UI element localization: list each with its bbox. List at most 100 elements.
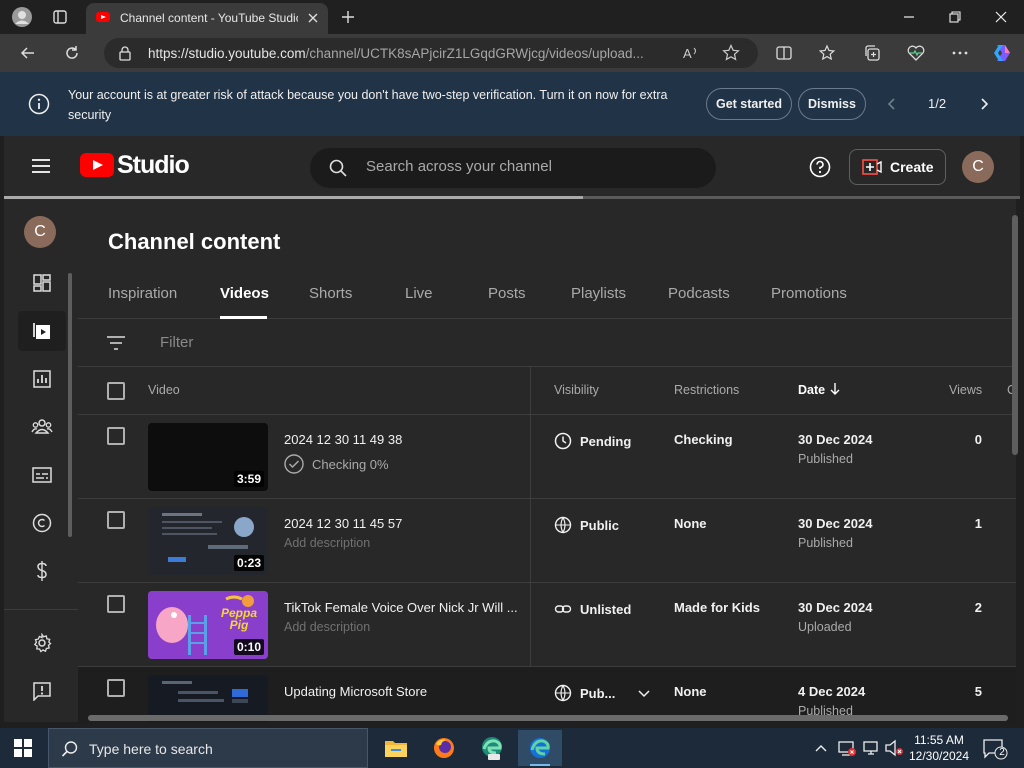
copilot-icon[interactable] [990,41,1014,65]
tab-live[interactable]: Live [405,285,433,302]
collections-icon[interactable] [860,41,884,65]
dashboard-icon[interactable] [18,263,66,303]
tab-inspiration[interactable]: Inspiration [108,285,177,302]
windows-start-icon[interactable] [14,739,32,757]
studio-header: Studio Create C [4,136,1020,198]
refresh-icon[interactable] [60,41,84,65]
row-checkbox[interactable] [107,595,125,613]
video-thumbnail[interactable]: 3:59 [148,423,268,491]
send-feedback-icon[interactable] [18,671,66,711]
table-row[interactable]: Peppa Pig 0:10 TikTok Female Voice Over … [78,583,1016,667]
next-chevron-icon[interactable] [976,96,992,112]
volume-muted-icon[interactable] [884,739,904,757]
youtube-logo-icon[interactable] [80,153,114,177]
taskbar-search-box[interactable]: Type here to search [48,728,368,768]
analytics-icon[interactable] [18,359,66,399]
column-date[interactable]: Date [798,383,825,397]
help-icon[interactable] [809,156,831,178]
edge-browser-icon[interactable] [518,730,562,766]
browser-essentials-icon[interactable] [904,41,928,65]
favorite-star-icon[interactable] [722,44,740,62]
visibility-cell[interactable]: Unlisted [554,600,631,618]
firefox-icon[interactable] [422,730,466,766]
tab-playlists[interactable]: Playlists [571,285,626,302]
new-tab-icon[interactable] [336,5,360,29]
more-options-icon[interactable] [948,41,972,65]
studio-logo-text[interactable]: Studio [117,151,190,180]
hamburger-menu-icon[interactable] [30,157,52,175]
community-icon[interactable] [18,407,66,447]
read-aloud-icon[interactable]: A [682,44,700,62]
content-icon[interactable] [18,311,66,351]
search-input[interactable] [366,158,686,175]
video-description[interactable]: Add description [284,620,370,634]
close-tab-icon[interactable] [304,9,322,27]
display-icon[interactable] [862,739,880,757]
close-window-icon[interactable] [978,5,1024,29]
table-row[interactable]: 3:59 2024 12 30 11 49 38 Checking 0% Pen… [78,415,1016,499]
visibility-dropdown[interactable]: Pub... [554,684,651,702]
file-explorer-icon[interactable] [374,730,418,766]
settings-gear-icon[interactable] [18,623,66,663]
tab-posts[interactable]: Posts [488,285,526,302]
subtitles-icon[interactable] [18,455,66,495]
dismiss-button[interactable]: Dismiss [798,88,866,120]
get-started-button[interactable]: Get started [706,88,792,120]
edge-beta-icon[interactable] [470,730,514,766]
restore-icon[interactable] [932,5,978,29]
tab-actions-icon[interactable] [48,5,72,29]
split-screen-icon[interactable] [772,41,796,65]
table-row[interactable]: 0:23 2024 12 30 11 45 57 Add description… [78,499,1016,583]
profile-avatar-icon[interactable] [10,5,34,29]
video-title[interactable]: 2024 12 30 11 45 57 [284,516,519,531]
create-button[interactable]: Create [849,149,946,185]
select-all-checkbox[interactable] [107,382,125,400]
table-row[interactable]: Updating Microsoft Store Pub... None 4 D… [78,667,1016,722]
copyright-icon[interactable] [18,503,66,543]
row-checkbox[interactable] [107,679,125,697]
previous-chevron-icon[interactable] [884,96,900,112]
tab-podcasts[interactable]: Podcasts [668,285,730,302]
video-title[interactable]: TikTok Female Voice Over Nick Jr Will ..… [284,600,519,615]
nav-scrollbar[interactable] [68,273,72,537]
table-horizontal-scrollbar[interactable] [88,715,1008,721]
video-title[interactable]: 2024 12 30 11 49 38 [284,432,519,447]
earn-dollar-icon[interactable] [18,551,66,591]
video-thumbnail[interactable]: Peppa Pig 0:10 [148,591,268,659]
column-video[interactable]: Video [148,383,180,397]
content-vertical-scrollbar[interactable] [1012,215,1018,455]
column-visibility[interactable]: Visibility [554,383,599,397]
tab-promotions[interactable]: Promotions [771,285,847,302]
filter-placeholder[interactable]: Filter [160,334,193,351]
channel-search-box[interactable] [310,148,716,188]
sort-down-arrow-icon[interactable] [829,382,841,396]
video-thumbnail[interactable]: 0:23 [148,507,268,575]
visibility-cell[interactable]: Public [554,516,619,534]
chevron-down-icon[interactable] [637,686,651,700]
video-description[interactable]: Add description [284,536,370,550]
favorites-icon[interactable] [816,41,840,65]
url-field[interactable]: https://studio.youtube.com/channel/UCTK8… [104,38,758,68]
column-restrictions[interactable]: Restrictions [674,383,739,397]
network-status-icon[interactable] [838,739,856,757]
row-checkbox[interactable] [107,511,125,529]
tab-videos[interactable]: Videos [220,285,269,302]
tab-shorts[interactable]: Shorts [309,285,352,302]
minimize-icon[interactable] [886,5,932,29]
back-icon[interactable] [16,41,40,65]
column-views[interactable]: Views [949,383,982,397]
system-clock[interactable]: 11:55 AM 12/30/2024 [908,732,970,764]
video-duration: 3:59 [233,471,264,487]
page-title: Channel content [108,229,281,254]
video-title[interactable]: Updating Microsoft Store [284,684,519,699]
account-avatar[interactable]: C [962,151,994,183]
filter-bar[interactable]: Filter [78,319,1016,367]
channel-avatar[interactable]: C [24,216,56,248]
row-checkbox[interactable] [107,427,125,445]
clock-icon [554,432,572,450]
browser-tab-active[interactable]: Channel content - YouTube Studio [86,3,328,34]
lock-icon[interactable] [118,45,132,61]
filter-icon[interactable] [106,334,126,352]
visibility-cell[interactable]: Pending [554,432,631,450]
show-hidden-icons-chevron-icon[interactable] [814,742,828,754]
